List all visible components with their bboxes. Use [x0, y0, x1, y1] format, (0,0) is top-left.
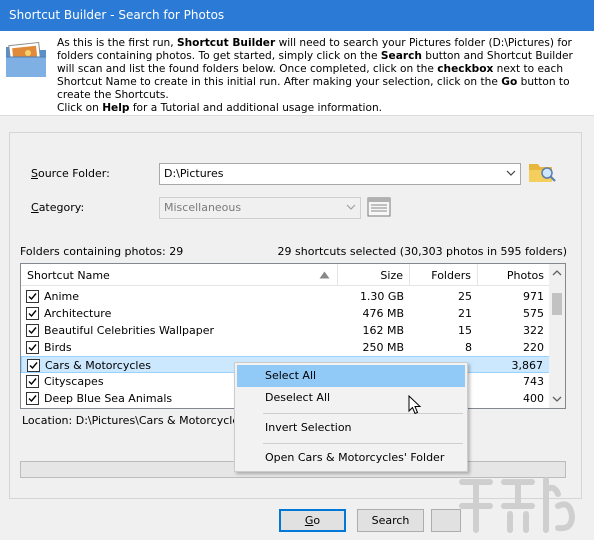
column-header-size[interactable]: Size: [338, 264, 410, 286]
row-photos: 400: [523, 392, 544, 405]
checkmark-icon: [29, 362, 38, 370]
search-button[interactable]: Search: [357, 509, 424, 532]
row-photos: 3,867: [511, 359, 544, 372]
row-name: Deep Blue Sea Animals: [44, 392, 173, 405]
menu-separator: [263, 413, 463, 414]
row-photos: 575: [523, 307, 544, 320]
checkmark-icon: [28, 310, 37, 318]
intro-panel: As this is the first run, Shortcut Build…: [0, 31, 594, 115]
table-row[interactable]: Birds 250 MB 8 220: [21, 339, 550, 356]
category-label: Category:: [31, 201, 85, 214]
row-folders: 15: [458, 324, 472, 337]
browse-folder-icon[interactable]: [528, 159, 556, 185]
menu-item-open-folder[interactable]: Open Cars & Motorcycles' Folder: [237, 447, 465, 469]
source-folder-label: Source Folder:: [31, 167, 110, 180]
row-checkbox[interactable]: [26, 324, 39, 337]
row-folders: 8: [465, 341, 472, 354]
row-folders: 21: [458, 307, 472, 320]
row-name: Cars & Motorcycles: [45, 359, 151, 372]
row-checkbox[interactable]: [26, 307, 39, 320]
photo-folder-icon: [6, 41, 46, 77]
row-name: Architecture: [44, 307, 112, 320]
row-checkbox[interactable]: [26, 392, 39, 405]
column-header-folders[interactable]: Folders: [410, 264, 478, 286]
row-checkbox[interactable]: [26, 375, 39, 388]
row-checkbox[interactable]: [26, 290, 39, 303]
scrollbar-thumb[interactable]: [552, 293, 562, 315]
checkmark-icon: [28, 327, 37, 335]
row-photos: 322: [523, 324, 544, 337]
source-folder-value: D:\Pictures: [164, 167, 224, 180]
row-name: Anime: [44, 290, 80, 303]
row-folders: 25: [458, 290, 472, 303]
table-row[interactable]: Architecture 476 MB 21 575: [21, 305, 550, 322]
row-size: 1.30 GB: [359, 290, 404, 303]
table-row[interactable]: Beautiful Celebrities Wallpaper 162 MB 15 3…: [21, 322, 550, 339]
vertical-scrollbar[interactable]: [549, 264, 565, 408]
menu-item-deselect-all[interactable]: Deselect All: [237, 387, 465, 409]
category-list-icon[interactable]: [366, 196, 392, 218]
scroll-up-arrow-icon[interactable]: [552, 269, 562, 277]
checkmark-icon: [28, 293, 37, 301]
title-bar[interactable]: Shortcut Builder - Search for Photos: [0, 0, 594, 31]
window-title: Shortcut Builder - Search for Photos: [9, 8, 225, 22]
row-size: 162 MB: [362, 324, 404, 337]
row-name: Beautiful Celebrities Wallpaper: [44, 324, 215, 337]
row-size: 476 MB: [362, 307, 404, 320]
chevron-down-icon: [506, 170, 516, 176]
sort-ascending-icon: [319, 271, 330, 279]
category-dropdown[interactable]: Miscellaneous: [159, 197, 361, 219]
checkmark-icon: [28, 395, 37, 403]
list-header: Shortcut Name Size Folders Photos: [21, 264, 550, 286]
context-menu: Select All Deselect All Invert Selection…: [234, 362, 468, 472]
intro-text: As this is the first run, Shortcut Build…: [57, 37, 573, 115]
row-checkbox[interactable]: [27, 359, 40, 372]
scroll-down-arrow-icon[interactable]: [552, 395, 562, 403]
row-photos: 971: [523, 290, 544, 303]
row-name: Cityscapes: [44, 375, 104, 388]
row-photos: 743: [523, 375, 544, 388]
mouse-cursor-icon: [408, 395, 422, 415]
row-name: Birds: [44, 341, 72, 354]
watermark-logo: [459, 477, 576, 533]
folders-count-text: Folders containing photos: 29: [20, 245, 184, 258]
chevron-down-icon: [346, 204, 356, 210]
selection-summary-text: 29 shortcuts selected (30,303 photos in …: [277, 245, 567, 258]
column-header-photos[interactable]: Photos: [478, 264, 550, 286]
column-header-name[interactable]: Shortcut Name: [21, 264, 338, 286]
table-row[interactable]: Anime 1.30 GB 25 971: [21, 288, 550, 305]
menu-separator: [263, 443, 463, 444]
checkmark-icon: [28, 344, 37, 352]
location-text: Location: D:\Pictures\Cars & Motorcycles: [22, 414, 245, 427]
go-button[interactable]: Go: [279, 509, 346, 532]
source-folder-dropdown[interactable]: D:\Pictures: [159, 163, 521, 185]
category-value: Miscellaneous: [164, 201, 242, 214]
menu-item-invert-selection[interactable]: Invert Selection: [237, 417, 465, 439]
menu-item-select-all[interactable]: Select All: [237, 365, 465, 387]
row-size: 250 MB: [362, 341, 404, 354]
row-checkbox[interactable]: [26, 341, 39, 354]
row-photos: 220: [523, 341, 544, 354]
checkmark-icon: [28, 378, 37, 386]
